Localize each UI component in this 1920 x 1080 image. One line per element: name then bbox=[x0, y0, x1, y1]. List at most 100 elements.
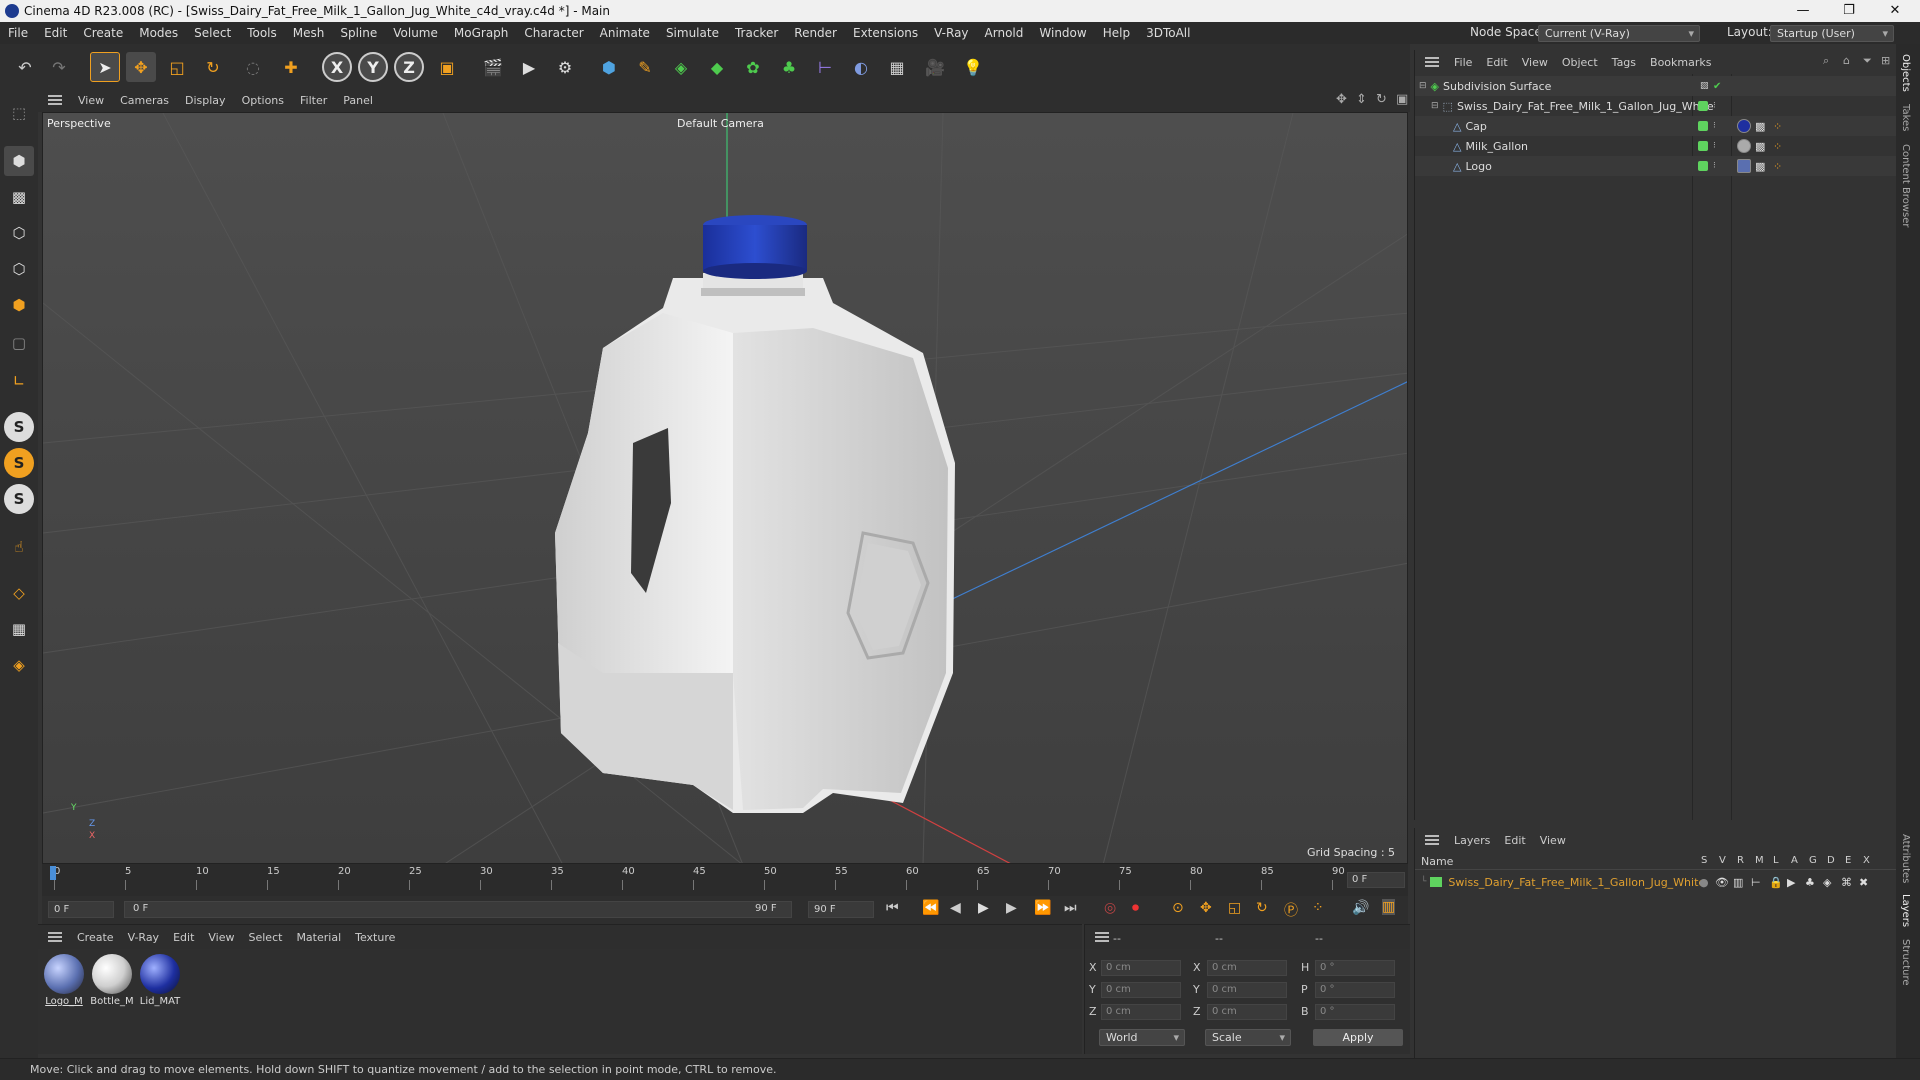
tab-content-browser[interactable]: Content Browser bbox=[1900, 144, 1911, 227]
vray-tag-icon[interactable]: ⁘ bbox=[1773, 120, 1782, 133]
menu-create[interactable]: Create bbox=[75, 26, 131, 40]
pen-spline-icon[interactable]: ✎ bbox=[630, 52, 660, 82]
layer-flag-header[interactable]: L bbox=[1773, 855, 1779, 866]
next-key-icon[interactable]: ⏩ bbox=[1034, 900, 1051, 916]
key-rotation-icon[interactable]: ↻ bbox=[1256, 900, 1268, 916]
object-row-subdivision[interactable]: ⊟ ◈ Subdivision Surface ▨ ✔ bbox=[1415, 76, 1897, 96]
rot-b-field[interactable]: 0 ° bbox=[1315, 1004, 1395, 1020]
texture-mode-icon[interactable]: ▩ bbox=[4, 182, 34, 212]
render-view-icon[interactable]: ▶ bbox=[514, 52, 544, 82]
viewport-menu-display[interactable]: Display bbox=[177, 94, 234, 107]
layer-name[interactable]: Swiss_Dairy_Fat_Free_Milk_1_Gallon_Jug_W… bbox=[1448, 876, 1705, 889]
layer-generators-icon[interactable]: ♣ bbox=[1805, 876, 1815, 889]
timeline-playhead[interactable] bbox=[50, 866, 56, 880]
material-menu-create[interactable]: Create bbox=[70, 931, 121, 944]
record-keys-icon[interactable]: ◎ bbox=[1104, 900, 1116, 916]
layer-color-dot[interactable] bbox=[1698, 101, 1708, 111]
vray-tag-icon[interactable]: ⁘ bbox=[1773, 160, 1782, 173]
end-frame-field[interactable]: 90 F bbox=[808, 901, 874, 918]
layer-flag-header[interactable]: D bbox=[1827, 855, 1835, 866]
layer-flag-header[interactable]: M bbox=[1755, 855, 1764, 866]
menu-edit[interactable]: Edit bbox=[36, 26, 75, 40]
viewport-camera-label[interactable]: Default Camera bbox=[677, 117, 764, 130]
material-tag-icon[interactable] bbox=[1737, 119, 1751, 133]
undo-icon[interactable]: ↶ bbox=[10, 52, 40, 82]
coord-mode-dropdown[interactable]: World bbox=[1099, 1029, 1185, 1046]
menu-file[interactable]: File bbox=[0, 26, 36, 40]
layer-render-icon[interactable]: ▥ bbox=[1733, 876, 1743, 889]
tab-attributes[interactable]: Attributes bbox=[1900, 834, 1911, 883]
rot-p-field[interactable]: 0 ° bbox=[1315, 982, 1395, 998]
edge-mode-icon[interactable]: ⬡ bbox=[4, 254, 34, 284]
layer-solo-icon[interactable]: ● bbox=[1699, 876, 1709, 889]
tab-takes[interactable]: Takes bbox=[1900, 104, 1911, 131]
snap-icon[interactable]: S bbox=[4, 412, 34, 442]
timeline-current-frame[interactable]: 0 F bbox=[1347, 872, 1405, 888]
cloner-icon[interactable]: ✿ bbox=[738, 52, 768, 82]
layer-color-dot[interactable] bbox=[1698, 121, 1708, 131]
editor-visibility-icon[interactable]: ▨ bbox=[1700, 81, 1709, 91]
menu-extensions[interactable]: Extensions bbox=[845, 26, 926, 40]
go-to-start-icon[interactable]: ⏮ bbox=[886, 900, 899, 916]
layer-deformers-icon[interactable]: ◈ bbox=[1823, 876, 1831, 889]
layer-flag-header[interactable]: A bbox=[1791, 855, 1798, 866]
quantize-icon[interactable]: S bbox=[4, 484, 34, 514]
material-menu-material[interactable]: Material bbox=[289, 931, 348, 944]
autokey-icon[interactable]: ⏺ bbox=[1132, 900, 1139, 916]
timeline-ruler[interactable]: 0 5 10 15 20 25 30 35 40 45 50 55 60 65 70 75 80 85 90 0 F bbox=[42, 864, 1408, 896]
uvw-tag-icon[interactable]: ▩ bbox=[1755, 160, 1765, 173]
y-axis-icon[interactable]: Y bbox=[358, 52, 388, 82]
render-settings-icon[interactable]: ⚙ bbox=[550, 52, 580, 82]
visibility-dots-icon[interactable]: ⁝ bbox=[1713, 161, 1716, 171]
material-tag-icon[interactable] bbox=[1737, 159, 1751, 173]
material-menu-texture[interactable]: Texture bbox=[348, 931, 402, 944]
start-frame-field[interactable]: 0 F bbox=[48, 901, 114, 918]
collapse-icon[interactable]: ⊟ bbox=[1431, 101, 1439, 111]
select-cursor-icon[interactable]: ➤ bbox=[90, 52, 120, 82]
layer-xref-icon[interactable]: ✖ bbox=[1859, 876, 1868, 889]
point-mode-icon[interactable]: ⬡ bbox=[4, 218, 34, 248]
menu-simulate[interactable]: Simulate bbox=[658, 26, 727, 40]
apply-button[interactable]: Apply bbox=[1313, 1029, 1403, 1046]
object-menu-file[interactable]: File bbox=[1447, 56, 1479, 69]
redo-icon[interactable]: ↷ bbox=[44, 52, 74, 82]
viewport-menu-options[interactable]: Options bbox=[234, 94, 292, 107]
coord-scale-dropdown[interactable]: Scale bbox=[1205, 1029, 1291, 1046]
layer-flag-header[interactable]: X bbox=[1863, 855, 1870, 866]
x-axis-icon[interactable]: X bbox=[322, 52, 352, 82]
material-menu-view[interactable]: View bbox=[201, 931, 241, 944]
layer-menu-view[interactable]: View bbox=[1533, 834, 1573, 847]
menu-modes[interactable]: Modes bbox=[131, 26, 186, 40]
keyframe-selection-icon[interactable]: ⊙ bbox=[1172, 900, 1184, 916]
menu-mograph[interactable]: MoGraph bbox=[446, 26, 517, 40]
uv-mode-icon[interactable]: ▢ bbox=[4, 328, 34, 358]
new-window-icon[interactable]: ⊞ bbox=[1881, 54, 1890, 67]
menu-volume[interactable]: Volume bbox=[385, 26, 446, 40]
maximize-button[interactable]: ❐ bbox=[1826, 0, 1872, 22]
filter-icon[interactable]: ⏷ bbox=[1863, 54, 1872, 68]
menu-vray[interactable]: V-Ray bbox=[926, 26, 976, 40]
subdivision-icon[interactable]: ◈ bbox=[666, 52, 696, 82]
object-row-jug-null[interactable]: ⊟ ⬚ Swiss_Dairy_Fat_Free_Milk_1_Gallon_J… bbox=[1415, 96, 1897, 116]
layer-menu-layers[interactable]: Layers bbox=[1447, 834, 1497, 847]
tab-objects[interactable]: Objects bbox=[1900, 54, 1911, 92]
pos-z-field[interactable]: 0 cm bbox=[1101, 1004, 1181, 1020]
snap-settings-icon[interactable]: S bbox=[4, 448, 34, 478]
layer-color-swatch[interactable] bbox=[1430, 877, 1443, 887]
z-axis-icon[interactable]: Z bbox=[394, 52, 424, 82]
next-frame-icon[interactable]: ▶ bbox=[1006, 900, 1017, 916]
object-menu-tags[interactable]: Tags bbox=[1605, 56, 1643, 69]
viewport-menu-cameras[interactable]: Cameras bbox=[112, 94, 177, 107]
viewport-maximize-icon[interactable]: ▣ bbox=[1396, 92, 1408, 107]
key-position-icon[interactable]: ✥ bbox=[1200, 900, 1212, 916]
model-mode-icon[interactable]: ⬢ bbox=[4, 146, 34, 176]
play-icon[interactable]: ▶ bbox=[978, 900, 989, 916]
object-row-cap[interactable]: △ Cap ⁝ ▩ ⁘ bbox=[1415, 116, 1897, 136]
object-menu-bookmarks[interactable]: Bookmarks bbox=[1643, 56, 1718, 69]
pos-x-field[interactable]: 0 cm bbox=[1101, 960, 1181, 976]
coordinates-menu-icon[interactable] bbox=[1095, 932, 1109, 942]
uvw-tag-icon[interactable]: ▩ bbox=[1755, 120, 1765, 133]
field-icon[interactable]: ⊢ bbox=[810, 52, 840, 82]
rotate-tool-icon[interactable]: ↻ bbox=[198, 52, 228, 82]
menu-select[interactable]: Select bbox=[186, 26, 239, 40]
